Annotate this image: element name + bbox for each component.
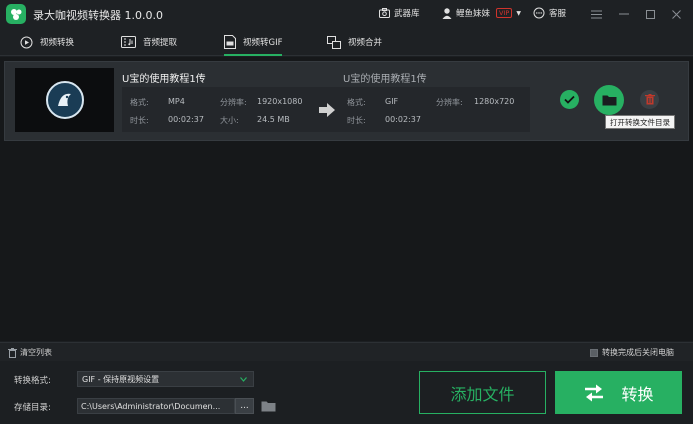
tab-label: 视频转GIF	[243, 38, 283, 48]
hamburger-menu-icon	[590, 10, 602, 18]
check-icon	[564, 95, 575, 104]
vip-badge: VIP	[496, 8, 513, 18]
bottom-panel: 转换格式: GIF - 保持原视频设置 存储目录: C:\Users\Admin…	[0, 361, 693, 424]
output-file-name: U宝的使用教程1传	[343, 74, 427, 85]
shutdown-checkbox[interactable]	[590, 348, 598, 357]
tab-video-to-gif[interactable]: 视频转GIF	[224, 28, 283, 56]
open-directory-folder-icon[interactable]	[261, 400, 276, 412]
done-status	[560, 90, 579, 109]
convert-arrows-icon	[585, 384, 604, 401]
output-format-label: 格式:	[347, 98, 366, 107]
arsenal-icon	[379, 8, 390, 18]
clear-list-button[interactable]: 清空列表	[8, 347, 52, 358]
output-resolution-value: 1280x720	[474, 97, 515, 106]
user-name: 鲤鱼妹妹	[456, 9, 491, 19]
source-size-label: 大小:	[220, 116, 239, 125]
add-file-button[interactable]: 添加文件	[419, 371, 546, 414]
menu-button[interactable]	[588, 6, 604, 22]
title-bar: 录大咖视频转换器 1.0.0.0 武器库 鲤鱼妹妹 VIP ▼ 客服	[0, 0, 693, 28]
open-folder-button[interactable]	[594, 85, 624, 115]
service-label: 客服	[549, 9, 567, 19]
maximize-button[interactable]	[642, 6, 658, 22]
maximize-icon	[645, 9, 655, 19]
browse-button[interactable]: ...	[235, 398, 254, 414]
user-avatar-icon	[442, 7, 452, 19]
minimize-icon	[619, 13, 629, 15]
source-file-name: U宝的使用教程1传	[122, 74, 206, 85]
tab-label: 视频转换	[40, 38, 75, 48]
chat-bubble-icon	[533, 7, 545, 19]
tab-video-merge[interactable]: 视频合并	[327, 28, 382, 56]
source-size-value: 24.5 MB	[257, 115, 290, 124]
arsenal-label: 武器库	[394, 9, 420, 19]
file-info-box: 格式: MP4 分辨率: 1920x1080 时长: 00:02:37 大小: …	[122, 87, 530, 132]
close-icon	[671, 9, 681, 19]
source-format-value: MP4	[168, 97, 185, 106]
output-resolution-label: 分辨率:	[436, 98, 463, 107]
tab-label: 音频提取	[143, 38, 178, 48]
status-bar: 清空列表 转换完成后关闭电脑	[0, 342, 693, 361]
chevron-down-icon: ▼	[516, 9, 521, 17]
tab-label: 视频合并	[348, 38, 383, 48]
directory-value: C:\Users\Administrator\Documen...	[81, 401, 221, 411]
output-format-value: GIF	[385, 97, 399, 106]
app-logo-icon	[6, 4, 26, 24]
format-select-value: GIF - 保持原视频设置	[82, 374, 160, 384]
app-title: 录大咖视频转换器 1.0.0.0	[33, 9, 163, 22]
shutdown-option[interactable]: 转换完成后关闭电脑	[590, 347, 674, 358]
folder-icon	[602, 95, 616, 106]
convert-label: 转换	[621, 384, 654, 404]
source-resolution-value: 1920x1080	[257, 97, 303, 106]
trash-icon	[644, 94, 655, 105]
shutdown-label: 转换完成后关闭电脑	[602, 348, 674, 357]
convert-button[interactable]: 转换	[555, 371, 682, 414]
video-convert-icon	[20, 36, 33, 48]
format-select[interactable]: GIF - 保持原视频设置	[77, 371, 254, 387]
tab-bar: 视频转换 音频提取 视频转GIF 视频合并	[0, 28, 693, 56]
format-label: 转换格式:	[14, 376, 51, 386]
video-thumbnail	[15, 68, 114, 132]
directory-input[interactable]: C:\Users\Administrator\Documen...	[77, 398, 235, 414]
user-menu[interactable]: 鲤鱼妹妹 VIP ▼	[442, 7, 521, 19]
source-duration-value: 00:02:37	[168, 115, 204, 124]
trash-icon	[8, 347, 17, 358]
video-to-gif-icon	[224, 35, 236, 49]
close-button[interactable]	[668, 6, 684, 22]
source-resolution-label: 分辨率:	[220, 98, 247, 107]
output-duration-label: 时长:	[347, 116, 366, 125]
directory-label: 存储目录:	[14, 403, 51, 413]
tab-audio-extract[interactable]: 音频提取	[121, 28, 177, 56]
source-format-label: 格式:	[130, 98, 149, 107]
clear-list-label: 清空列表	[20, 348, 52, 357]
minimize-button[interactable]	[616, 6, 632, 22]
customer-service-button[interactable]: 客服	[533, 7, 566, 19]
audio-extract-icon	[121, 36, 136, 48]
arrow-right-icon	[319, 103, 335, 117]
output-duration-value: 00:02:37	[385, 115, 421, 124]
source-duration-label: 时长:	[130, 116, 149, 125]
delete-button[interactable]	[640, 90, 659, 109]
tab-video-convert[interactable]: 视频转换	[20, 28, 74, 56]
chevron-down-icon	[240, 377, 247, 382]
arsenal-button[interactable]: 武器库	[379, 7, 420, 19]
open-folder-tooltip: 打开转换文件目录	[605, 115, 675, 129]
list-item[interactable]: U宝的使用教程1传 U宝的使用教程1传 格式: MP4 分辨率: 1920x10…	[4, 61, 689, 141]
video-thumbnail-logo-icon	[45, 81, 84, 119]
file-list: U宝的使用教程1传 U宝的使用教程1传 格式: MP4 分辨率: 1920x10…	[0, 57, 693, 341]
video-merge-icon	[327, 35, 341, 49]
